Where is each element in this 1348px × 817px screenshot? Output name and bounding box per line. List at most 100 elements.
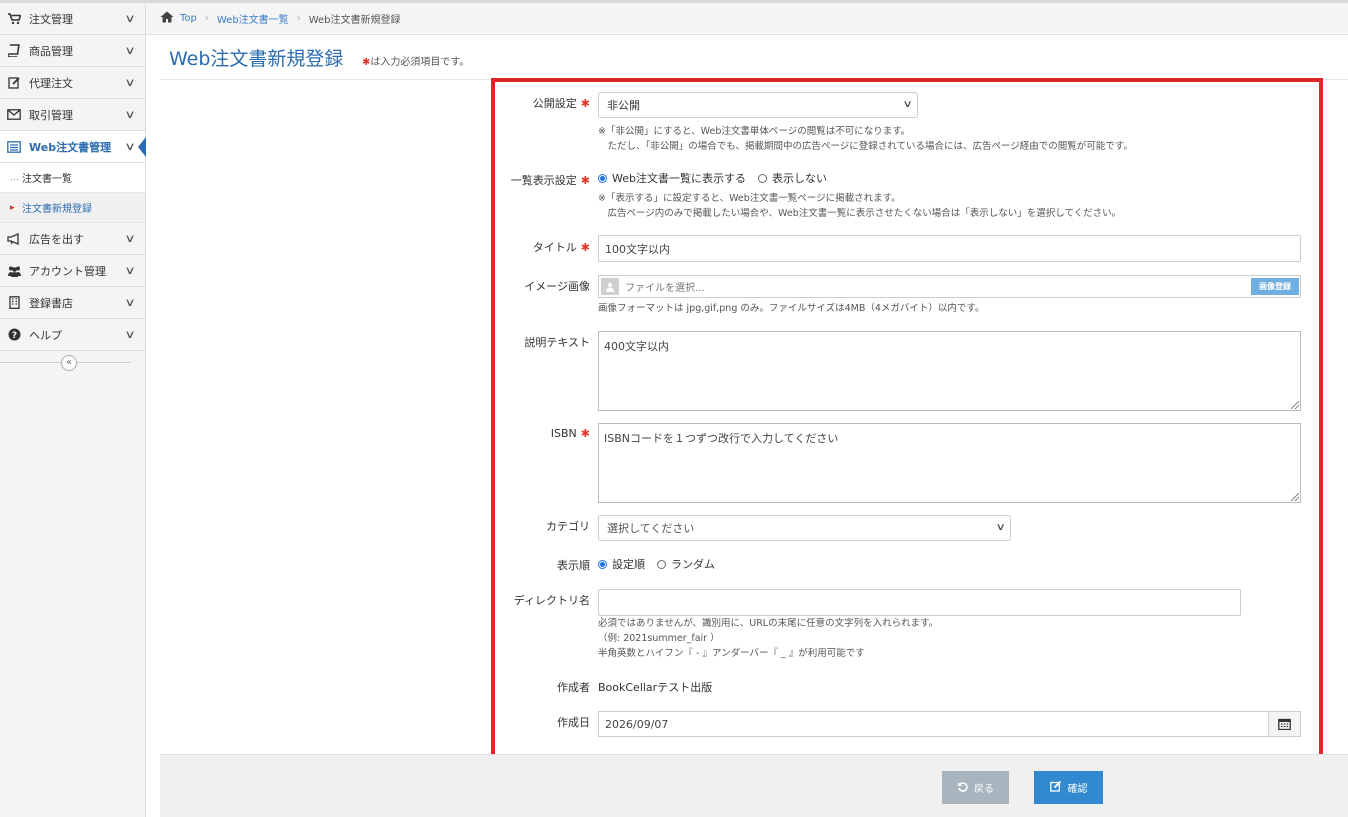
- required-star-icon: ✱: [580, 427, 590, 440]
- list-display-label-text: 一覧表示設定: [510, 174, 577, 187]
- list-icon: [6, 140, 22, 154]
- question-icon: ?: [6, 328, 22, 342]
- author-value: BookCellarテスト出版: [598, 681, 713, 694]
- category-label: カテゴリ: [546, 520, 590, 533]
- created-date-input[interactable]: 2026/09/07: [599, 712, 1268, 736]
- sidebar-subitem-order-list[interactable]: … 注文書一覧: [0, 163, 145, 193]
- category-select-value: 選択してください: [607, 522, 695, 535]
- sidebar-item-web-order-management[interactable]: Web注文書管理 ∨: [0, 131, 146, 163]
- isbn-placeholder: ISBNコードを１つずつ改行で入力してください: [604, 432, 839, 445]
- category-select[interactable]: 選択してください ∨: [598, 515, 1011, 541]
- home-icon: [160, 11, 174, 27]
- publish-label: 公開設定 ✱: [495, 95, 590, 111]
- required-star-icon: ✱: [580, 174, 590, 187]
- sidebar-subitem-label: 注文書一覧: [22, 174, 72, 185]
- sidebar: 注文管理 ∨ 商品管理 ∨ 代理注文 ∨ 取引管理 ∨ Web注文書管理 ∨ ……: [0, 3, 146, 817]
- order-label: 表示順: [557, 559, 590, 572]
- chevron-down-icon: ∨: [124, 264, 136, 277]
- list-display-hide-radio[interactable]: 表示しない: [757, 170, 827, 186]
- sidebar-item-order-management[interactable]: 注文管理 ∨: [0, 3, 145, 35]
- publish-select-value: 非公開: [607, 99, 640, 112]
- sidebar-collapse-row: «: [0, 351, 145, 375]
- created-date-field: 2026/09/07: [598, 711, 1301, 737]
- image-upload-button[interactable]: 画像登録: [1251, 278, 1299, 295]
- radio-checked-icon: [598, 559, 607, 569]
- description-textarea[interactable]: 400文字以内: [598, 331, 1301, 411]
- chevron-down-icon: ∨: [124, 108, 136, 121]
- sidebar-item-account-management[interactable]: アカウント管理 ∨: [0, 255, 145, 287]
- directory-input[interactable]: [598, 589, 1241, 616]
- title-label: タイトル ✱: [495, 239, 590, 255]
- chevron-down-icon: ∨: [902, 99, 913, 110]
- megaphone-icon: [6, 232, 22, 246]
- breadcrumb: Top › Web注文書一覧 › Web注文書新規登録: [146, 3, 1348, 35]
- calendar-icon[interactable]: [1268, 712, 1300, 736]
- form-highlight-frame: 公開設定 ✱ 非公開 ∨ ※「非公開」にすると、Web注文書単体ページの閲覧は不可…: [491, 78, 1323, 758]
- breadcrumb-home-link[interactable]: Top: [180, 13, 197, 24]
- page-title: Web注文書新規登録: [169, 48, 344, 70]
- sidebar-item-help[interactable]: ? ヘルプ ∨: [0, 319, 145, 351]
- isbn-textarea[interactable]: ISBNコードを１つずつ改行で入力してください: [598, 423, 1301, 503]
- mail-icon: [6, 108, 22, 122]
- sidebar-subitem-new-order[interactable]: ▸ 注文書新規登録: [0, 193, 145, 223]
- back-button-label: 戻る: [974, 784, 994, 795]
- created-date-label: 作成日: [557, 716, 590, 729]
- breadcrumb-order-list-link[interactable]: Web注文書一覧: [217, 11, 289, 26]
- radio-checked-icon: [598, 173, 607, 183]
- sidebar-item-advertise[interactable]: 広告を出す ∨: [0, 223, 145, 255]
- list-display-show-radio[interactable]: Web注文書一覧に表示する: [598, 170, 746, 186]
- radio-label: ランダム: [671, 558, 715, 571]
- image-file-input[interactable]: ファイルを選択... 画像登録: [598, 275, 1301, 298]
- building-icon: [6, 296, 22, 310]
- sidebar-item-label: ヘルプ: [29, 328, 62, 342]
- confirm-button-label: 確認: [1067, 784, 1088, 795]
- order-random-radio[interactable]: ランダム: [657, 556, 715, 572]
- chevron-down-icon: ∨: [124, 12, 136, 25]
- isbn-label: ISBN ✱: [495, 427, 590, 440]
- radio-unchecked-icon: [657, 559, 666, 569]
- required-star-icon: ✱: [580, 97, 590, 110]
- sidebar-collapse-button[interactable]: «: [61, 355, 77, 371]
- list-display-label: 一覧表示設定 ✱: [495, 172, 590, 188]
- book-icon: [6, 44, 22, 58]
- sidebar-item-registered-stores[interactable]: 登録書店 ∨: [0, 287, 145, 319]
- chevron-down-icon: ∨: [124, 140, 136, 153]
- image-label: イメージ画像: [524, 280, 590, 293]
- radio-unchecked-icon: [757, 173, 767, 183]
- title-label-text: タイトル: [532, 241, 577, 254]
- image-file-placeholder[interactable]: ファイルを選択...: [625, 279, 1251, 294]
- required-note-text: は入力必須項目です。: [370, 57, 470, 68]
- resize-handle[interactable]: [1291, 493, 1299, 501]
- resize-handle[interactable]: [1291, 401, 1299, 409]
- edit-icon: [6, 76, 22, 90]
- sidebar-item-transaction-management[interactable]: 取引管理 ∨: [0, 99, 145, 131]
- upload-icon: [601, 278, 619, 295]
- edit-icon: [1049, 780, 1062, 795]
- chevron-down-icon: ∨: [124, 76, 136, 89]
- breadcrumb-separator: ›: [296, 13, 301, 24]
- sidebar-item-label: 登録書店: [29, 296, 73, 310]
- sidebar-item-product-management[interactable]: 商品管理 ∨: [0, 35, 145, 67]
- sidebar-item-label: 代理注文: [29, 76, 73, 90]
- publish-select[interactable]: 非公開 ∨: [598, 92, 918, 118]
- order-set-radio[interactable]: 設定順: [598, 556, 645, 572]
- sidebar-item-label: 商品管理: [29, 44, 73, 58]
- radio-label: 設定順: [612, 558, 645, 571]
- chevron-down-icon: ∨: [124, 44, 136, 57]
- description-placeholder: 400文字以内: [604, 340, 669, 353]
- undo-icon: [957, 781, 968, 795]
- back-button[interactable]: 戻る: [942, 771, 1009, 804]
- sidebar-item-label: 広告を出す: [29, 232, 84, 246]
- sidebar-item-label: Web注文書管理: [29, 140, 112, 154]
- svg-text:?: ?: [11, 331, 16, 341]
- directory-help: 必須ではありませんが、識別用に、URLの末尾に任意の文字列を入れられます。 （例…: [598, 618, 939, 659]
- order-radio-group: 設定順 ランダム: [598, 556, 727, 572]
- sidebar-item-label: 取引管理: [29, 108, 73, 122]
- tree-dot-icon: …: [10, 172, 19, 183]
- publish-label-text: 公開設定: [532, 97, 577, 110]
- title-input[interactable]: 100文字以内: [598, 235, 1301, 262]
- confirm-button[interactable]: 確認: [1034, 771, 1103, 804]
- required-note: ✱は入力必須項目です。: [362, 53, 469, 68]
- list-display-radio-group: Web注文書一覧に表示する 表示しない: [598, 170, 839, 186]
- sidebar-item-proxy-order[interactable]: 代理注文 ∨: [0, 67, 145, 99]
